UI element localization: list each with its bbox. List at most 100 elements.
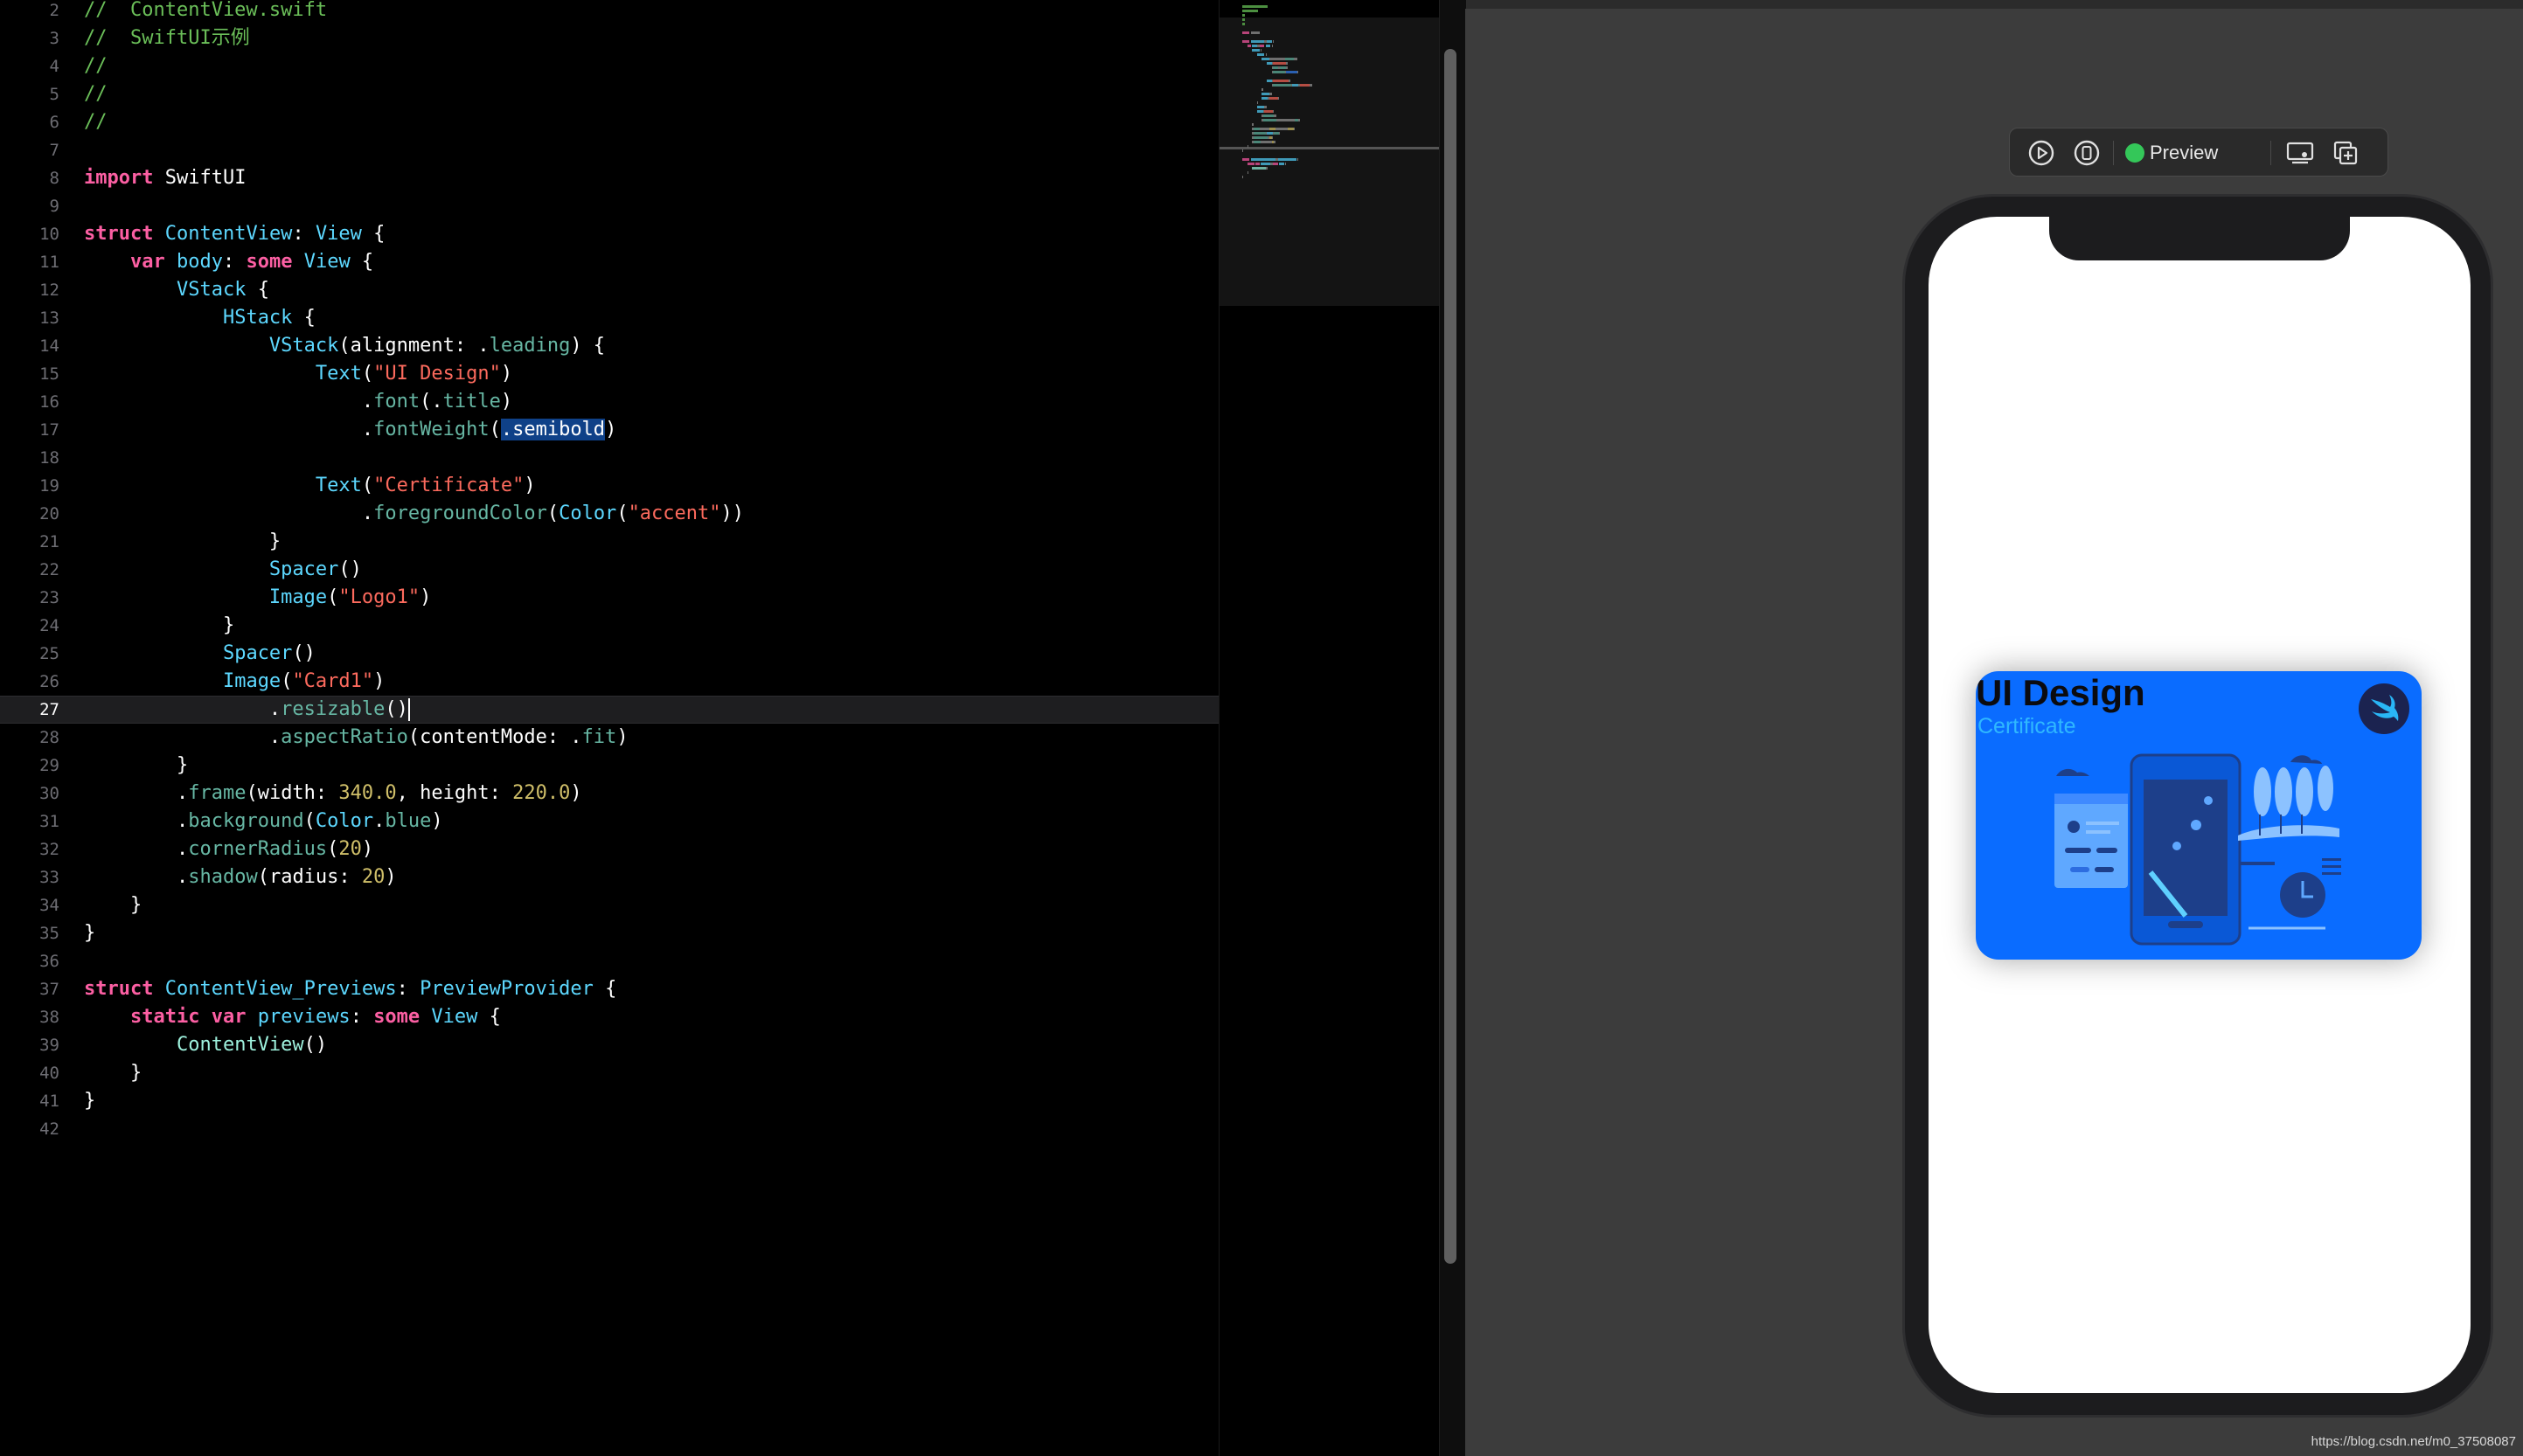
code-line[interactable]: 2 // ContentView.swift [0,0,1219,24]
line-code[interactable]: } [84,1059,142,1087]
line-code[interactable]: .foregroundColor(Color("accent")) [84,500,744,528]
code-line[interactable]: 6 // [0,108,1219,136]
code-line[interactable]: 11 var body: some View { [0,248,1219,276]
line-code[interactable]: ContentView() [84,1031,327,1059]
editor-scrollbar-thumb[interactable] [1444,49,1456,1264]
line-code[interactable]: .shadow(radius: 20) [84,863,397,891]
code-line[interactable]: 12 VStack { [0,276,1219,304]
code-line[interactable]: 8 import SwiftUI [0,164,1219,192]
line-code[interactable]: VStack(alignment: .leading) { [84,332,605,360]
line-code[interactable]: var body: some View { [84,248,373,276]
code-line[interactable]: 7 [0,136,1219,164]
line-code[interactable]: // [84,108,108,136]
code-line[interactable]: 39 ContentView() [0,1031,1219,1059]
code-line[interactable]: 30 .frame(width: 340.0, height: 220.0) [0,780,1219,808]
code-line[interactable]: 22 Spacer() [0,556,1219,584]
code-line[interactable]: 13 HStack { [0,304,1219,332]
code-line[interactable]: 14 VStack(alignment: .leading) { [0,332,1219,360]
preview-on-device-button[interactable] [2068,134,2106,172]
code-line[interactable]: 18 [0,444,1219,472]
line-code[interactable]: .resizable() [84,697,410,723]
line-code[interactable]: Spacer() [84,556,362,584]
code-line[interactable]: 25 Spacer() [0,640,1219,668]
code-line[interactable]: 32 .cornerRadius(20) [0,835,1219,863]
line-code[interactable]: // SwiftUI示例 [84,24,250,52]
line-number: 13 [39,309,59,328]
code-line[interactable]: 36 [0,947,1219,975]
line-code[interactable]: HStack { [84,304,316,332]
device-settings-button[interactable] [2281,134,2319,172]
line-number: 32 [39,840,59,859]
line-code[interactable]: Image("Logo1") [84,584,431,612]
live-preview-button[interactable] [2022,134,2061,172]
code-line[interactable]: 33 .shadow(radius: 20) [0,863,1219,891]
line-code[interactable]: .font(.title) [84,388,512,416]
code-line[interactable]: 41} [0,1087,1219,1115]
code-token: . [373,810,386,832]
code-line[interactable]: 16 .font(.title) [0,388,1219,416]
code-line[interactable]: 42 [0,1115,1219,1143]
minimap-visible-region[interactable] [1220,17,1440,306]
code-line[interactable]: 23 Image("Logo1") [0,584,1219,612]
code-editor[interactable]: 2 // ContentView.swift 3 // SwiftUI示例 4 // 5 //… [0,0,1219,1456]
minimap[interactable] [1219,0,1440,1456]
code-line[interactable]: 17 .fontWeight(.semibold) [0,416,1219,444]
line-code[interactable]: // ContentView.swift [84,0,327,24]
preview-label[interactable]: Preview [2150,128,2218,177]
code-line[interactable]: 27 .resizable() [0,696,1219,724]
line-code[interactable]: // [84,80,108,108]
code-line[interactable]: 40 } [0,1059,1219,1087]
code-line[interactable]: 38 static var previews: some View { [0,1003,1219,1031]
line-code[interactable]: .fontWeight(.semibold) [84,416,616,444]
code-token: foregroundColor [373,503,547,524]
code-line[interactable]: 35} [0,919,1219,947]
line-code[interactable]: } [84,919,95,947]
line-code[interactable]: struct ContentView: View { [84,220,385,248]
line-code[interactable]: } [84,752,188,780]
line-code[interactable]: .cornerRadius(20) [84,835,373,863]
code-line[interactable]: 10 struct ContentView: View { [0,220,1219,248]
line-code[interactable]: Text("UI Design") [84,360,512,388]
line-code[interactable]: // [84,52,108,80]
line-code[interactable]: .background(Color.blue) [84,808,443,835]
line-code[interactable]: import SwiftUI [84,164,246,192]
code-line[interactable]: 19 Text("Certificate") [0,472,1219,500]
minimap-token [1299,84,1310,87]
code-token: 20 [361,866,386,888]
certificate-card[interactable]: UI Design Certificate [1976,671,2422,960]
duplicate-preview-button[interactable] [2326,134,2365,172]
line-code[interactable]: Text("Certificate") [84,472,536,500]
minimap-token [1262,97,1268,100]
code-line[interactable]: 20 .foregroundColor(Color("accent")) [0,500,1219,528]
code-line[interactable]: 29 } [0,752,1219,780]
line-code[interactable]: } [84,1087,95,1115]
line-code[interactable]: Image("Card1") [84,668,385,696]
line-code[interactable]: } [84,612,234,640]
code-line[interactable]: 37 struct ContentView_Previews: PreviewPr… [0,975,1219,1003]
code-line[interactable]: 28 .aspectRatio(contentMode: .fit) [0,724,1219,752]
line-code[interactable]: } [84,528,281,556]
line-code[interactable]: VStack { [84,276,269,304]
code-line[interactable]: 4 // [0,52,1219,80]
code-line[interactable]: 26 Image("Card1") [0,668,1219,696]
code-line[interactable]: 3 // SwiftUI示例 [0,24,1219,52]
code-line[interactable]: 21 } [0,528,1219,556]
code-line[interactable]: 9 [0,192,1219,220]
line-number: 16 [39,392,59,412]
line-code[interactable]: static var previews: some View { [84,1003,501,1031]
line-code[interactable]: .aspectRatio(contentMode: .fit) [84,724,629,752]
line-code[interactable]: } [84,891,142,919]
code-token: View [315,223,362,245]
line-code[interactable]: .frame(width: 340.0, height: 220.0) [84,780,582,808]
line-code[interactable]: Spacer() [84,640,316,668]
line-number: 8 [49,169,59,188]
device-settings-icon [2286,142,2314,164]
code-line[interactable]: 31 .background(Color.blue) [0,808,1219,835]
code-line[interactable]: 5 // [0,80,1219,108]
line-code[interactable]: struct ContentView_Previews: PreviewProv… [84,975,616,1003]
code-line[interactable]: 24 } [0,612,1219,640]
code-line[interactable]: 34 } [0,891,1219,919]
code-line[interactable]: 15 Text("UI Design") [0,360,1219,388]
